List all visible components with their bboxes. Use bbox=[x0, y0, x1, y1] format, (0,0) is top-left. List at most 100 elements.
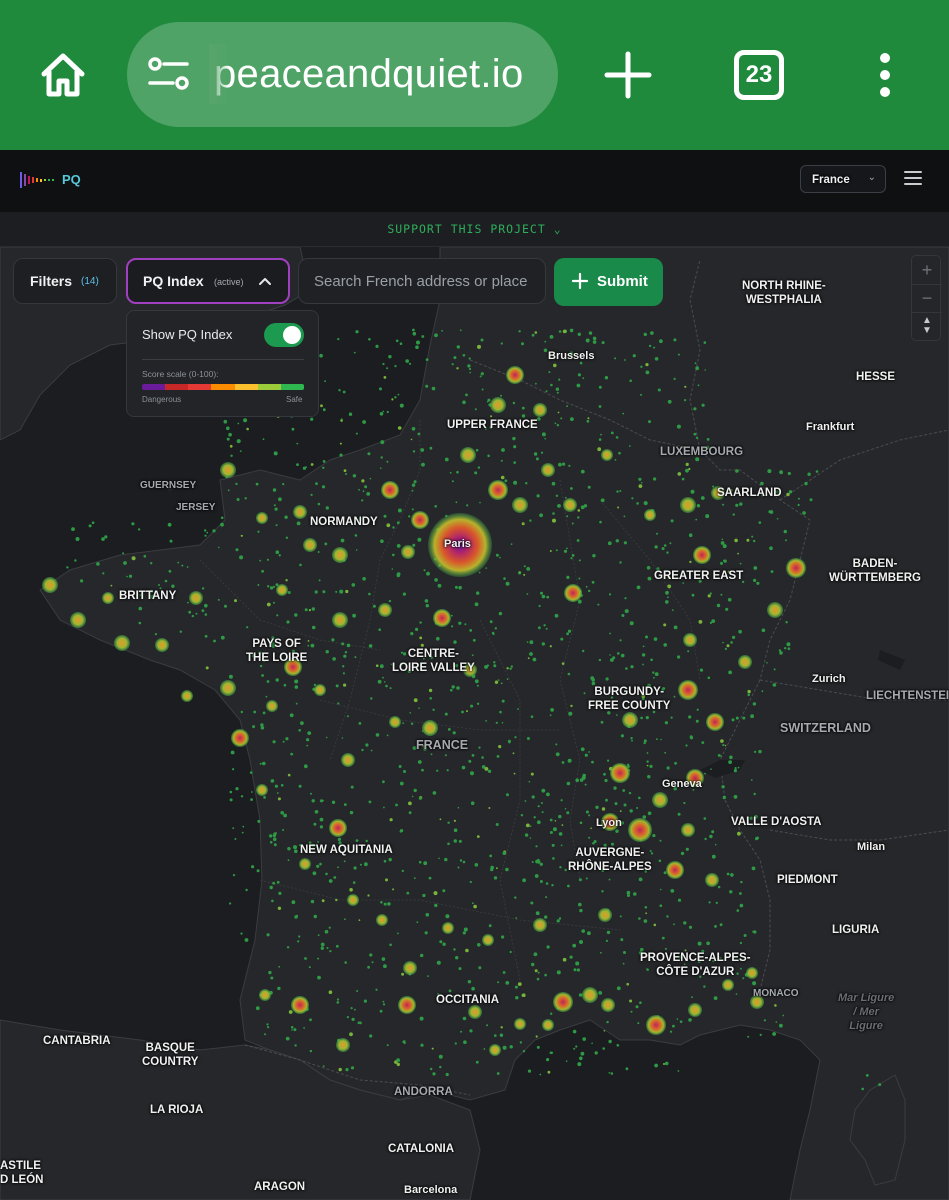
zoom-out-button[interactable]: − bbox=[912, 288, 942, 309]
pq-dot bbox=[276, 614, 279, 617]
pq-dot bbox=[554, 422, 557, 425]
pq-dot bbox=[412, 331, 417, 336]
pq-dot bbox=[588, 751, 590, 753]
pq-dot bbox=[526, 737, 530, 740]
pq-dot bbox=[490, 415, 493, 418]
pq-dot bbox=[310, 899, 315, 904]
pq-dot bbox=[622, 412, 625, 415]
pq-dot bbox=[708, 901, 711, 904]
pq-dot bbox=[380, 539, 384, 543]
pq-dot bbox=[354, 1008, 356, 1011]
pq-dot bbox=[688, 925, 693, 929]
pq-dot bbox=[478, 746, 481, 749]
safe-label: Safe bbox=[286, 395, 303, 404]
pq-dot bbox=[616, 986, 621, 991]
pq-dot bbox=[472, 638, 476, 642]
pq-dot bbox=[471, 986, 475, 991]
url-bar[interactable]: peaceandquiet.io bbox=[127, 22, 558, 127]
pq-dot bbox=[433, 891, 438, 896]
support-bar[interactable]: SUPPORT THIS PROJECT ⌄ bbox=[0, 212, 949, 247]
pq-dot bbox=[577, 373, 582, 377]
pq-dot bbox=[430, 753, 433, 756]
pq-dot bbox=[623, 515, 626, 518]
pq-dot bbox=[567, 884, 570, 888]
pq-hotspot bbox=[256, 512, 268, 524]
pq-dot bbox=[179, 630, 182, 633]
show-pq-toggle[interactable] bbox=[264, 323, 304, 347]
pq-dot bbox=[388, 857, 392, 862]
pq-dot bbox=[466, 504, 469, 507]
pq-hotspot bbox=[42, 577, 58, 593]
pq-dot bbox=[636, 807, 639, 809]
country-select[interactable]: France ⌄ bbox=[800, 165, 886, 193]
pq-dot bbox=[739, 562, 742, 565]
pq-dot bbox=[494, 1034, 497, 1037]
score-scale-segment bbox=[257, 384, 281, 390]
url-text[interactable]: peaceandquiet.io bbox=[214, 50, 554, 98]
pq-dot bbox=[715, 901, 718, 905]
pq-dot bbox=[358, 919, 361, 922]
pq-dot bbox=[772, 683, 777, 687]
pq-dot bbox=[122, 552, 125, 555]
pq-dot bbox=[541, 594, 546, 599]
pq-hotspot bbox=[189, 591, 203, 605]
pq-dot bbox=[369, 477, 372, 480]
map-label-milan: Milan bbox=[857, 841, 886, 853]
pq-dot bbox=[349, 1032, 353, 1037]
pq-dot bbox=[495, 553, 499, 557]
pq-dot bbox=[608, 1072, 611, 1074]
more-vert-icon[interactable] bbox=[870, 50, 900, 100]
pq-dot bbox=[266, 933, 270, 937]
pq-dot bbox=[294, 1044, 297, 1047]
pq-dot bbox=[557, 504, 561, 508]
home-icon[interactable] bbox=[38, 50, 88, 100]
pq-dot bbox=[375, 988, 378, 991]
pq-dot bbox=[447, 728, 451, 731]
pq-dot bbox=[310, 792, 312, 795]
pq-dot bbox=[186, 566, 189, 568]
compass-icon[interactable]: ▲ ▼ bbox=[912, 316, 942, 336]
pq-dot bbox=[432, 791, 437, 795]
pq-dot bbox=[424, 931, 428, 935]
pq-dot bbox=[306, 744, 309, 747]
pq-dot bbox=[545, 882, 549, 885]
pq-dot bbox=[546, 1058, 550, 1062]
logo-icon[interactable] bbox=[20, 172, 58, 193]
pq-dot bbox=[569, 955, 573, 959]
pq-dot bbox=[809, 498, 813, 502]
search-input[interactable] bbox=[298, 258, 546, 304]
pq-dot bbox=[353, 351, 356, 354]
support-link[interactable]: SUPPORT THIS PROJECT ⌄ bbox=[0, 222, 949, 236]
pq-dot bbox=[499, 710, 502, 714]
filters-button[interactable]: Filters (14) bbox=[13, 258, 117, 304]
pq-dot bbox=[730, 873, 734, 877]
pq-dot bbox=[573, 1047, 576, 1050]
tabs-icon[interactable]: 23 bbox=[734, 50, 784, 100]
tune-icon[interactable] bbox=[147, 56, 191, 92]
pq-dot bbox=[555, 743, 558, 746]
pq-dot bbox=[329, 950, 332, 953]
pq-dot bbox=[322, 1065, 325, 1067]
pq-dot bbox=[555, 494, 559, 497]
map-label-pays-loire: PAYS OF THE LOIRE bbox=[246, 638, 308, 664]
plus-icon[interactable] bbox=[603, 50, 653, 100]
map-label-jersey: JERSEY bbox=[176, 502, 216, 513]
logo-text[interactable]: PQ bbox=[62, 172, 81, 187]
pq-dot bbox=[458, 585, 462, 590]
pq-dot bbox=[383, 806, 385, 809]
submit-button[interactable]: Submit bbox=[554, 258, 663, 306]
zoom-in-button[interactable]: + bbox=[912, 260, 942, 281]
hamburger-icon[interactable] bbox=[904, 171, 922, 187]
pq-dot bbox=[610, 658, 614, 662]
pq-dot bbox=[324, 542, 328, 546]
pq-dot bbox=[499, 1033, 504, 1037]
pq-dot bbox=[485, 720, 487, 722]
pq-dot bbox=[566, 405, 568, 408]
pq-hotspot bbox=[738, 655, 752, 669]
pq-hotspot bbox=[442, 922, 454, 934]
pq-index-button[interactable]: PQ Index (active) bbox=[126, 258, 290, 304]
pq-dot bbox=[673, 923, 675, 926]
pq-dot bbox=[389, 818, 393, 822]
pq-dot bbox=[355, 432, 358, 435]
pq-dot bbox=[187, 601, 189, 604]
